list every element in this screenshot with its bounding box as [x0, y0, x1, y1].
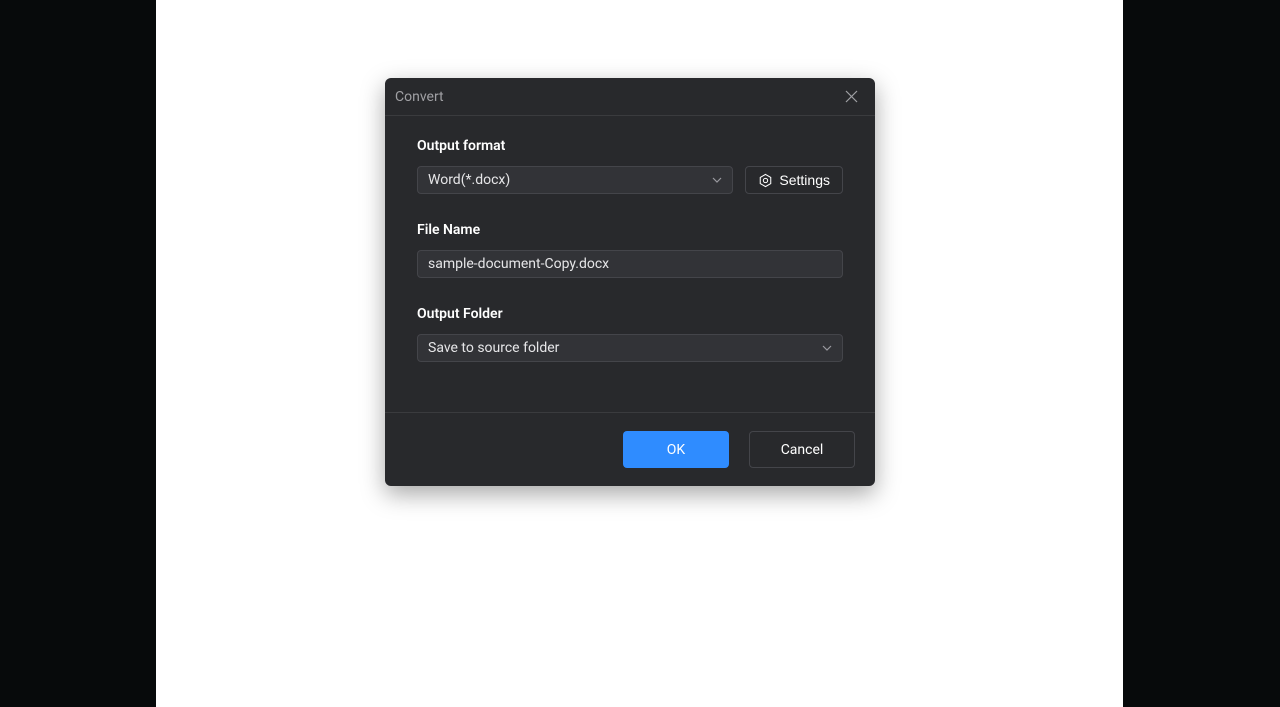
dialog-header: Convert — [385, 78, 875, 116]
gear-icon — [758, 173, 773, 188]
dialog-body: Output format Word(*.docx) Settings — [385, 116, 875, 412]
output-folder-dropdown[interactable]: Save to source folder — [417, 334, 843, 362]
output-folder-value: Save to source folder — [428, 340, 559, 356]
output-format-dropdown[interactable]: Word(*.docx) — [417, 166, 733, 194]
file-name-field: File Name — [417, 222, 843, 278]
convert-dialog: Convert Output format Word(*.docx) — [385, 78, 875, 486]
cancel-button[interactable]: Cancel — [749, 431, 855, 468]
file-name-label: File Name — [417, 222, 843, 238]
close-icon — [845, 90, 858, 103]
output-folder-label: Output Folder — [417, 306, 843, 322]
output-folder-field: Output Folder Save to source folder — [417, 306, 843, 362]
settings-label: Settings — [779, 172, 830, 188]
dialog-footer: OK Cancel — [385, 412, 875, 486]
output-format-value: Word(*.docx) — [428, 172, 510, 188]
ok-button[interactable]: OK — [623, 431, 729, 468]
chevron-down-icon — [822, 345, 832, 351]
chevron-down-icon — [712, 177, 722, 183]
dialog-title: Convert — [395, 89, 444, 105]
file-name-input[interactable] — [417, 250, 843, 278]
output-format-label: Output format — [417, 138, 843, 154]
settings-button[interactable]: Settings — [745, 166, 843, 194]
close-button[interactable] — [837, 83, 865, 111]
output-format-field: Output format Word(*.docx) Settings — [417, 138, 843, 194]
